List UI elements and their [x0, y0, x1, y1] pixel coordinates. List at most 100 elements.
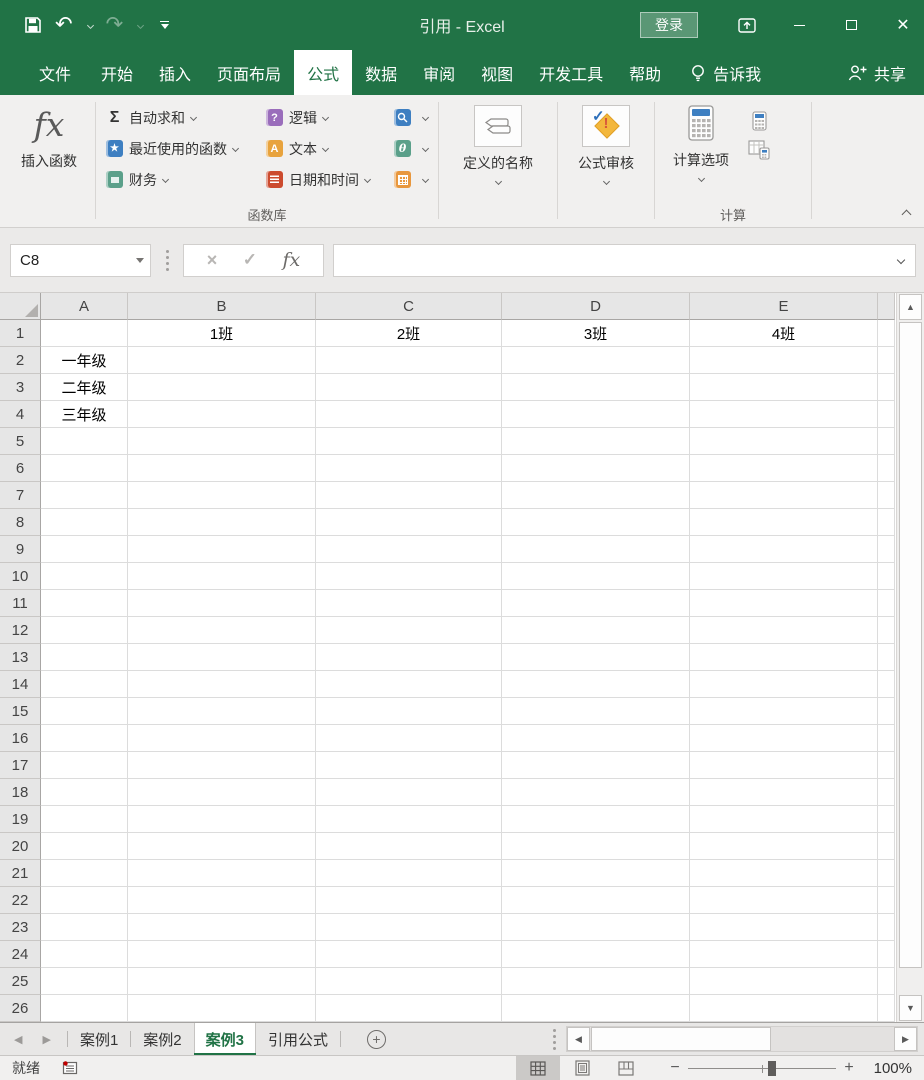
ribbon-display-options-icon[interactable] — [732, 10, 762, 40]
cell-D26[interactable] — [502, 995, 690, 1022]
cell-partial-21[interactable] — [878, 860, 895, 887]
new-sheet-button[interactable]: + — [366, 1029, 386, 1049]
row-header-10[interactable]: 10 — [0, 563, 41, 590]
defined-names-button[interactable]: 定义的名称 — [455, 98, 541, 227]
cell-A9[interactable] — [41, 536, 128, 563]
cell-E17[interactable] — [690, 752, 878, 779]
cell-partial-24[interactable] — [878, 941, 895, 968]
vertical-scrollbar-thumb[interactable] — [899, 322, 922, 968]
row-header-11[interactable]: 11 — [0, 590, 41, 617]
row-header-12[interactable]: 12 — [0, 617, 41, 644]
cell-A12[interactable] — [41, 617, 128, 644]
row-header-26[interactable]: 26 — [0, 995, 41, 1022]
cancel-icon[interactable]: × — [207, 250, 218, 271]
row-header-23[interactable]: 23 — [0, 914, 41, 941]
cell-A16[interactable] — [41, 725, 128, 752]
cell-C17[interactable] — [316, 752, 502, 779]
undo-dropdown-icon[interactable] — [86, 21, 94, 29]
cell-A13[interactable] — [41, 644, 128, 671]
cell-B13[interactable] — [128, 644, 316, 671]
formula-auditing-button[interactable]: ! ✓ 公式审核 — [563, 98, 649, 227]
cell-A5[interactable] — [41, 428, 128, 455]
formula-bar-grip[interactable] — [166, 249, 169, 271]
cell-D9[interactable] — [502, 536, 690, 563]
cell-C24[interactable] — [316, 941, 502, 968]
cell-A24[interactable] — [41, 941, 128, 968]
cell-partial-8[interactable] — [878, 509, 895, 536]
cell-C13[interactable] — [316, 644, 502, 671]
row-header-2[interactable]: 2 — [0, 347, 41, 374]
cell-C10[interactable] — [316, 563, 502, 590]
cell-E24[interactable] — [690, 941, 878, 968]
more-functions-button[interactable] — [387, 164, 435, 195]
close-button[interactable]: ✕ — [888, 10, 918, 40]
row-header-18[interactable]: 18 — [0, 779, 41, 806]
cell-C14[interactable] — [316, 671, 502, 698]
tell-me-box[interactable]: 告诉我 — [690, 50, 761, 95]
column-header-C[interactable]: C — [316, 293, 502, 320]
zoom-slider[interactable] — [688, 1060, 836, 1076]
cell-A10[interactable] — [41, 563, 128, 590]
cell-A4[interactable]: 三年级 — [41, 401, 128, 428]
minimize-button[interactable] — [784, 10, 814, 40]
cell-D4[interactable] — [502, 401, 690, 428]
tab-file[interactable]: 文件 — [22, 50, 88, 95]
row-header-24[interactable]: 24 — [0, 941, 41, 968]
row-header-17[interactable]: 17 — [0, 752, 41, 779]
cell-E21[interactable] — [690, 860, 878, 887]
cell-B21[interactable] — [128, 860, 316, 887]
maximize-button[interactable] — [836, 10, 866, 40]
cell-A21[interactable] — [41, 860, 128, 887]
cell-D24[interactable] — [502, 941, 690, 968]
page-break-preview-button[interactable] — [604, 1056, 648, 1080]
sheet-tab-case3[interactable]: 案例3 — [193, 1023, 256, 1055]
cell-E13[interactable] — [690, 644, 878, 671]
cell-D17[interactable] — [502, 752, 690, 779]
cell-B4[interactable] — [128, 401, 316, 428]
cell-A8[interactable] — [41, 509, 128, 536]
cell-D11[interactable] — [502, 590, 690, 617]
cell-partial-20[interactable] — [878, 833, 895, 860]
cell-E6[interactable] — [690, 455, 878, 482]
math-trig-button[interactable]: θ — [387, 133, 435, 164]
cell-C15[interactable] — [316, 698, 502, 725]
cell-D13[interactable] — [502, 644, 690, 671]
cell-D25[interactable] — [502, 968, 690, 995]
cell-E12[interactable] — [690, 617, 878, 644]
cell-E11[interactable] — [690, 590, 878, 617]
cell-partial-25[interactable] — [878, 968, 895, 995]
redo-dropdown-icon[interactable] — [137, 21, 145, 29]
scrollbar-grip[interactable] — [553, 1028, 556, 1050]
tab-formulas[interactable]: 公式 — [294, 50, 353, 95]
cell-B5[interactable] — [128, 428, 316, 455]
cell-D15[interactable] — [502, 698, 690, 725]
cell-C4[interactable] — [316, 401, 502, 428]
cell-A25[interactable] — [41, 968, 128, 995]
scroll-down-icon[interactable]: ▼ — [899, 995, 922, 1021]
cell-C7[interactable] — [316, 482, 502, 509]
save-icon[interactable] — [24, 13, 42, 37]
sheet-tab-case2[interactable]: 案例2 — [131, 1023, 193, 1055]
cell-B18[interactable] — [128, 779, 316, 806]
row-header-9[interactable]: 9 — [0, 536, 41, 563]
cell-D10[interactable] — [502, 563, 690, 590]
cell-partial-5[interactable] — [878, 428, 895, 455]
column-header-D[interactable]: D — [502, 293, 690, 320]
scroll-right-icon[interactable]: ▶ — [894, 1027, 917, 1051]
row-header-1[interactable]: 1 — [0, 320, 41, 347]
cell-B20[interactable] — [128, 833, 316, 860]
cell-E23[interactable] — [690, 914, 878, 941]
cell-C12[interactable] — [316, 617, 502, 644]
cell-B7[interactable] — [128, 482, 316, 509]
tab-review[interactable]: 审阅 — [410, 50, 468, 95]
cell-A11[interactable] — [41, 590, 128, 617]
cell-partial-13[interactable] — [878, 644, 895, 671]
cell-partial-4[interactable] — [878, 401, 895, 428]
cell-A3[interactable]: 二年级 — [41, 374, 128, 401]
column-header-E[interactable]: E — [690, 293, 878, 320]
undo-button[interactable]: ↶ — [55, 13, 73, 37]
cell-D2[interactable] — [502, 347, 690, 374]
cell-B11[interactable] — [128, 590, 316, 617]
row-header-3[interactable]: 3 — [0, 374, 41, 401]
cell-E4[interactable] — [690, 401, 878, 428]
